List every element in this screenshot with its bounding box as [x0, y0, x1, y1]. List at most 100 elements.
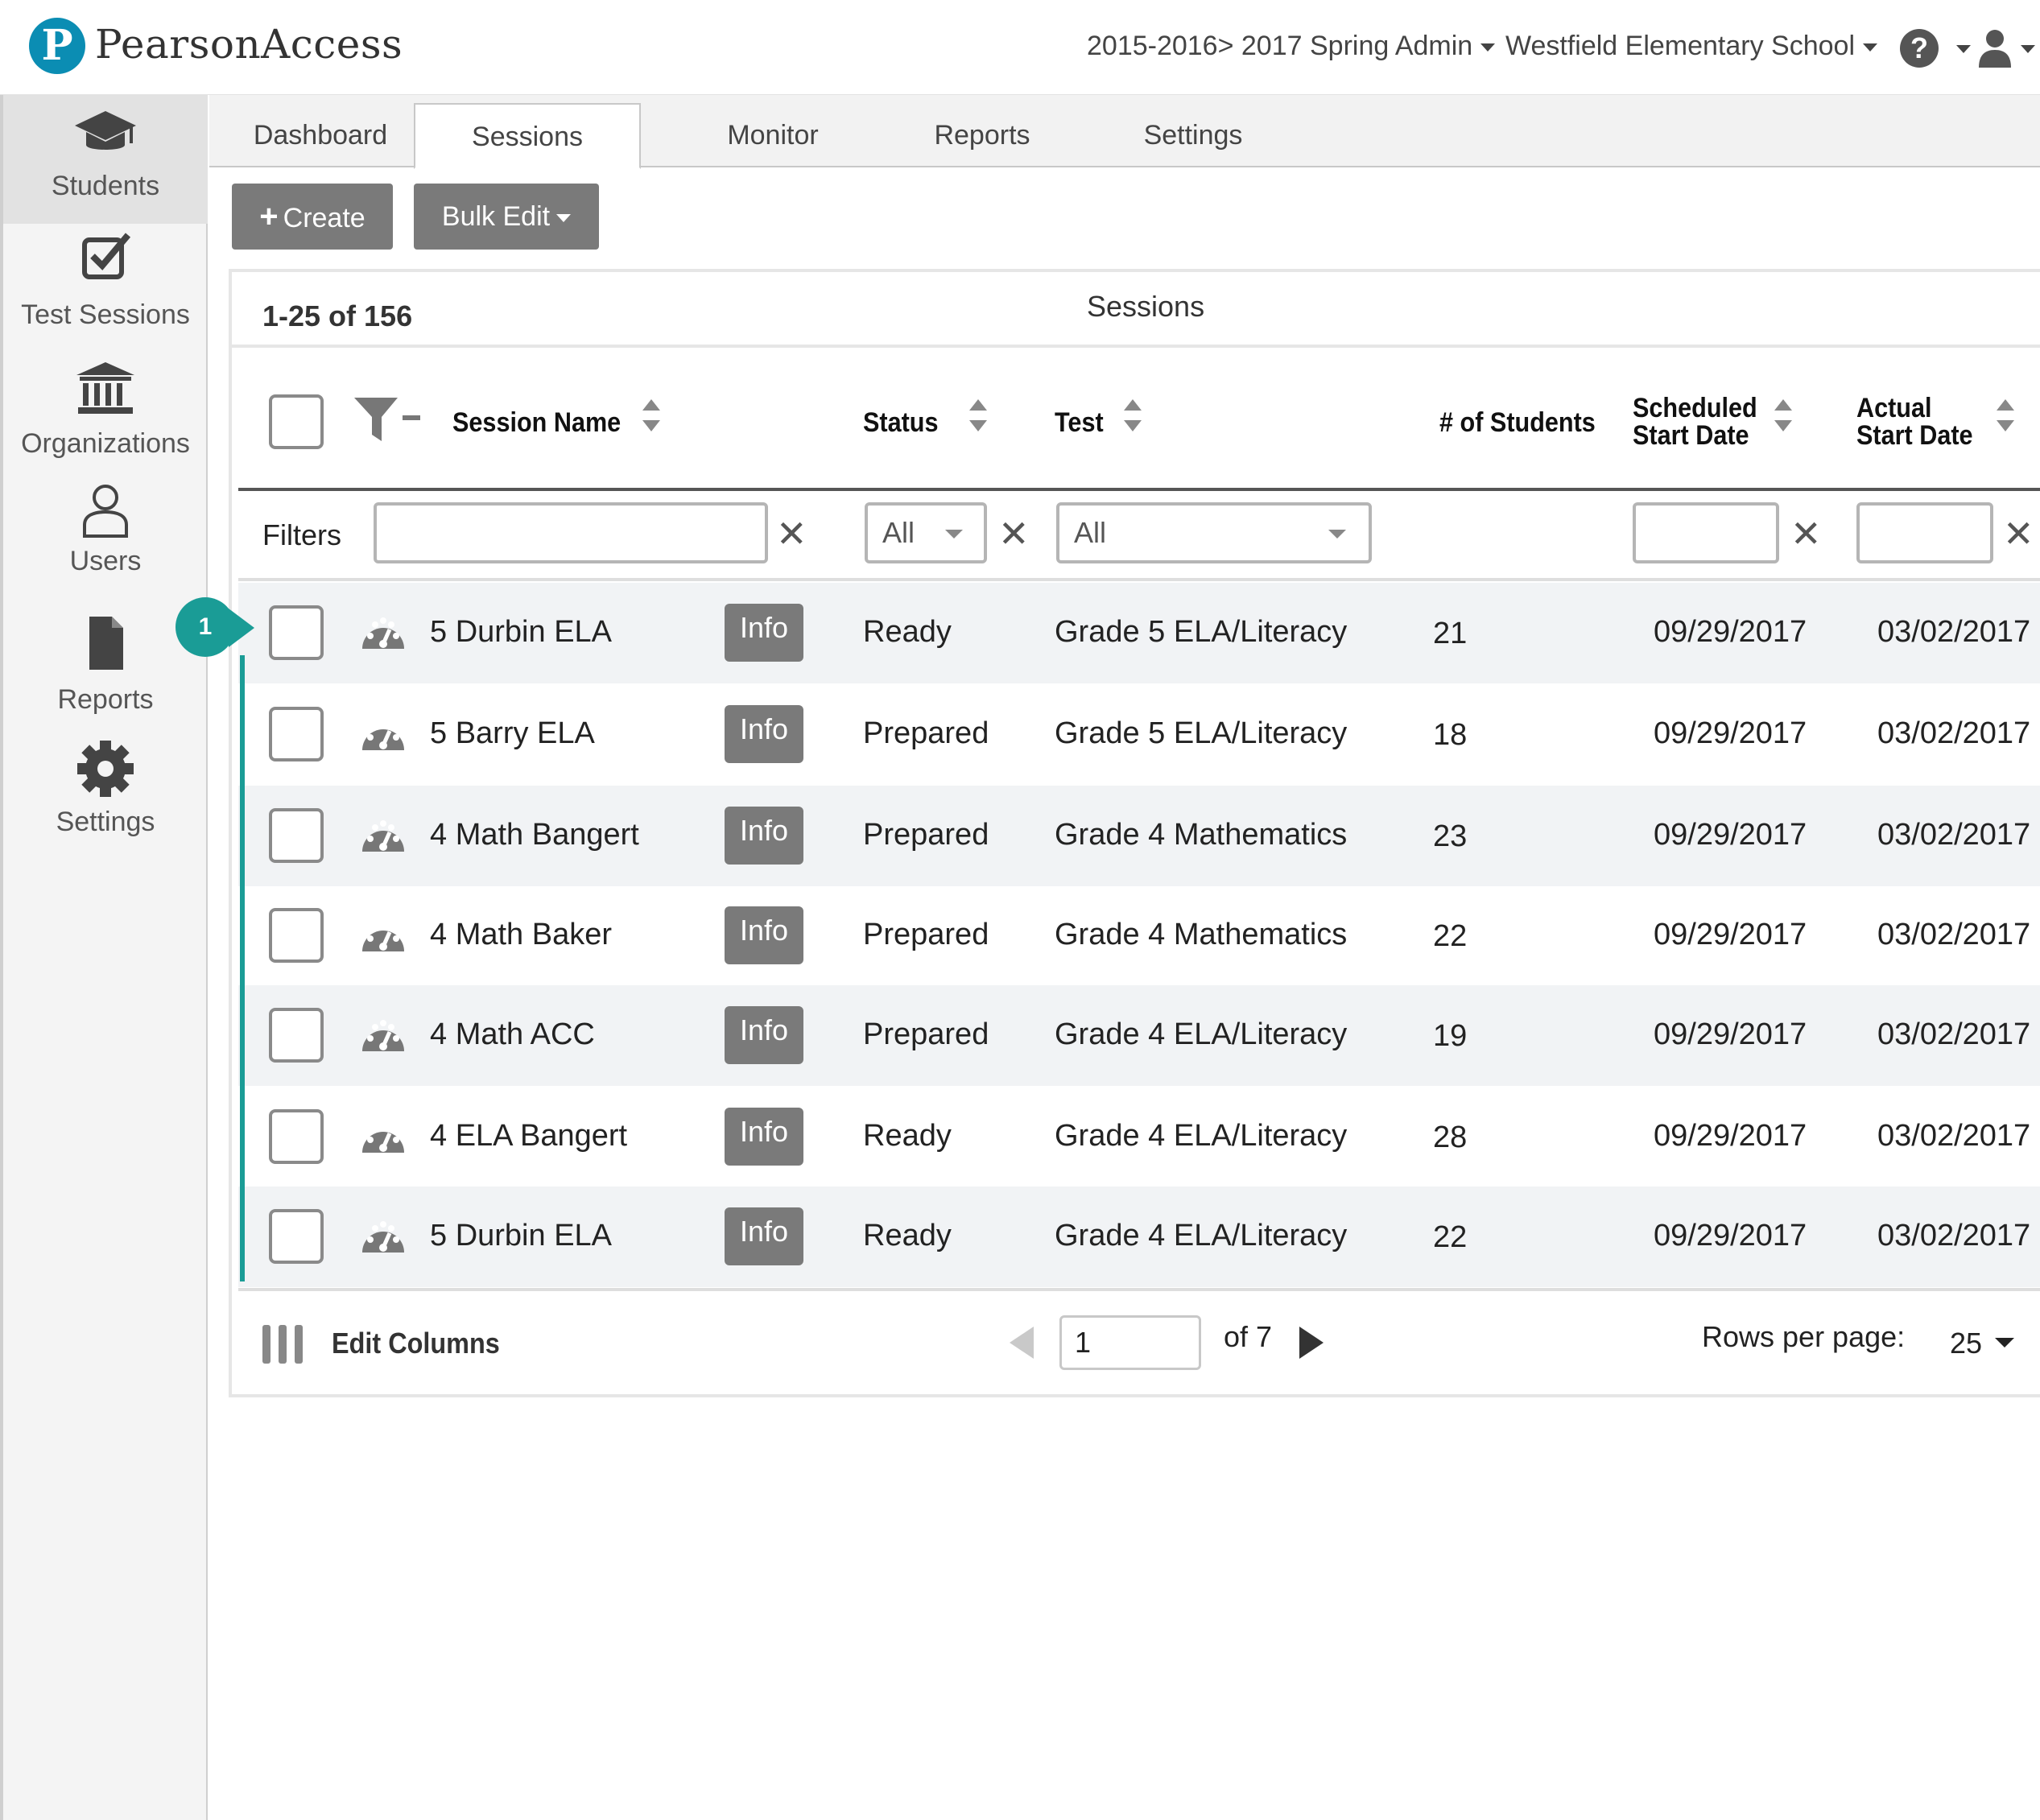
filter-toggle-icon[interactable]	[353, 394, 425, 444]
row-checkbox[interactable]	[269, 808, 324, 863]
select-all-checkbox[interactable]	[269, 394, 324, 449]
filter-divider	[238, 578, 2040, 581]
tab-reports[interactable]: Reports	[886, 103, 1079, 167]
sidebar-item-students[interactable]: Students	[3, 95, 208, 224]
session-name-cell[interactable]: 4 ELA Bangert	[430, 1119, 627, 1153]
info-button[interactable]: Info	[725, 705, 803, 763]
sidebar: Students Test Sessions Organizations Use…	[0, 95, 208, 1820]
table-row[interactable]: 4 Math Baker Info Prepared Grade 4 Mathemat…	[238, 885, 2040, 986]
help-menu-chevron-icon[interactable]	[1956, 45, 1971, 53]
clear-scheduled-filter-icon[interactable]: ✕	[1790, 515, 1822, 552]
actual-start-cell: 03/02/2017	[1877, 1119, 2031, 1153]
sidebar-item-users[interactable]: Users	[3, 481, 208, 610]
gauge-icon[interactable]	[359, 914, 407, 955]
gauge-icon[interactable]	[359, 1116, 407, 1156]
scheduled-start-cell: 09/29/2017	[1654, 918, 1807, 951]
sort-icon[interactable]	[1995, 398, 2016, 433]
pearson-logo-icon[interactable]: P	[29, 18, 85, 74]
tab-dashboard[interactable]: Dashboard	[224, 103, 417, 167]
sidebar-item-organizations[interactable]: Organizations	[3, 353, 208, 481]
students-count-cell: 18	[1433, 718, 1468, 752]
user-outline-icon	[83, 485, 128, 538]
gauge-icon[interactable]	[359, 815, 407, 855]
logo-letter: P	[41, 21, 73, 70]
scheduled-start-filter-input[interactable]	[1633, 502, 1779, 563]
students-count-cell: 19	[1433, 1019, 1468, 1053]
table-title: Sessions	[1087, 290, 1205, 323]
table-row[interactable]: 4 Math Bangert Info Prepared Grade 4 Mathem…	[238, 786, 2040, 886]
sort-icon[interactable]	[1122, 398, 1143, 433]
sort-icon[interactable]	[968, 398, 989, 433]
session-name-filter-input[interactable]	[374, 502, 768, 563]
clear-session-name-filter-icon[interactable]: ✕	[776, 515, 807, 552]
sidebar-item-test-sessions[interactable]: Test Sessions	[3, 224, 208, 353]
session-name-cell[interactable]: 5 Durbin ELA	[430, 615, 612, 650]
column-header-actual-start[interactable]: Actual Start Date	[1856, 394, 1973, 449]
gauge-icon[interactable]	[359, 713, 407, 753]
table-row[interactable]: 5 Barry ELA Info Prepared Grade 5 ELA/Liter…	[238, 684, 2040, 785]
info-button[interactable]: Info	[725, 1108, 803, 1166]
status-filter-select[interactable]: All	[865, 502, 987, 563]
gauge-icon[interactable]	[359, 612, 407, 652]
column-header-scheduled-start[interactable]: Scheduled Start Date	[1633, 394, 1757, 449]
info-button[interactable]: Info	[725, 906, 803, 964]
chevron-down-icon[interactable]	[1995, 1338, 2014, 1347]
row-checkbox[interactable]	[269, 908, 324, 963]
clear-status-filter-icon[interactable]: ✕	[998, 515, 1030, 552]
session-name-cell[interactable]: 4 Math Baker	[430, 918, 612, 952]
gauge-icon[interactable]	[359, 1215, 407, 1256]
previous-page-icon[interactable]	[1010, 1327, 1034, 1359]
info-button[interactable]: Info	[725, 807, 803, 865]
rows-per-page-select[interactable]: 25	[1950, 1327, 1982, 1360]
session-name-cell[interactable]: 5 Barry ELA	[430, 716, 595, 751]
tab-sessions[interactable]: Sessions	[414, 103, 641, 169]
next-page-icon[interactable]	[1299, 1327, 1324, 1359]
session-name-cell[interactable]: 5 Durbin ELA	[430, 1219, 612, 1253]
table-row[interactable]: 5 Durbin ELA Info Ready Grade 4 ELA/Literac…	[238, 1187, 2040, 1287]
row-checkbox[interactable]	[269, 605, 324, 660]
school-selector[interactable]: Westfield Elementary School	[1505, 31, 1878, 62]
tab-settings[interactable]: Settings	[1090, 103, 1296, 167]
page-number-input[interactable]: 1	[1059, 1315, 1201, 1370]
help-icon[interactable]: ?	[1900, 29, 1939, 68]
session-name-cell[interactable]: 4 Math Bangert	[430, 818, 639, 852]
column-header-status[interactable]: Status	[863, 409, 939, 436]
gauge-icon[interactable]	[359, 1014, 407, 1054]
bulk-edit-button[interactable]: Bulk Edit	[414, 184, 599, 250]
sort-icon[interactable]	[641, 398, 662, 433]
admin-selector[interactable]: 2015-2016> 2017 Spring Admin	[1087, 31, 1496, 62]
selected-row-indicator	[240, 655, 245, 1281]
step-callout-badge: 1	[176, 597, 235, 657]
sort-icon[interactable]	[1773, 398, 1794, 433]
row-checkbox[interactable]	[269, 1109, 324, 1164]
column-header-session-name[interactable]: Session Name	[452, 409, 621, 436]
students-count-cell: 21	[1433, 617, 1468, 650]
clear-actual-filter-icon[interactable]: ✕	[2003, 515, 2034, 552]
actual-start-filter-input[interactable]	[1856, 502, 1993, 563]
column-header-test[interactable]: Test	[1055, 409, 1104, 436]
create-button[interactable]: + Create	[232, 184, 393, 250]
table-row[interactable]: 5 Durbin ELA Info Ready Grade 5 ELA/Literac…	[238, 583, 2040, 683]
user-account-icon[interactable]	[1977, 27, 2013, 69]
school-selector-label: Westfield Elementary School	[1505, 31, 1856, 61]
tab-monitor[interactable]: Monitor	[652, 103, 894, 167]
table-row[interactable]: 4 ELA Bangert Info Ready Grade 4 ELA/Litera…	[238, 1087, 2040, 1187]
sidebar-item-settings[interactable]: Settings	[3, 739, 208, 868]
row-checkbox[interactable]	[269, 1209, 324, 1264]
table-row[interactable]: 4 Math ACC Info Prepared Grade 4 ELA/Litera…	[238, 985, 2040, 1086]
create-button-label: Create	[283, 203, 365, 233]
info-button[interactable]: Info	[725, 1006, 803, 1064]
header-line: Scheduled	[1633, 393, 1757, 423]
row-checkbox[interactable]	[269, 707, 324, 761]
session-name-cell[interactable]: 4 Math ACC	[430, 1017, 595, 1052]
edit-columns-button[interactable]: Edit Columns	[332, 1327, 500, 1360]
info-button[interactable]: Info	[725, 604, 803, 662]
row-checkbox[interactable]	[269, 1008, 324, 1063]
info-button[interactable]: Info	[725, 1207, 803, 1265]
columns-icon[interactable]	[261, 1323, 306, 1365]
students-count-cell: 22	[1433, 1220, 1468, 1254]
column-header-students[interactable]: # of Students	[1439, 409, 1596, 436]
user-menu-chevron-icon[interactable]	[2021, 45, 2035, 53]
page-total: of 7	[1224, 1320, 1273, 1353]
test-filter-select[interactable]: All	[1056, 502, 1372, 563]
